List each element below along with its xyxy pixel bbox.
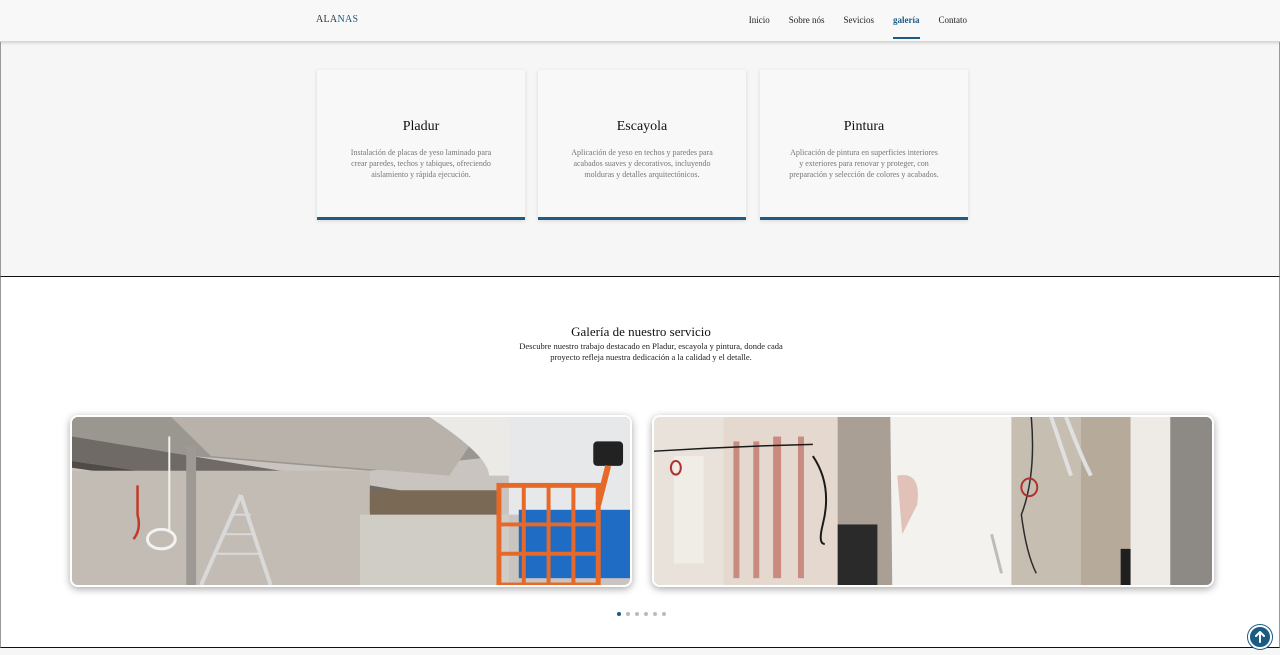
logo-accent: NAS	[337, 14, 359, 25]
gallery-title: Galería de nuestro servicio	[571, 324, 711, 339]
service-card-pintura: Pintura Aplicación de pintura en superfi…	[760, 70, 968, 220]
carousel-dot[interactable]	[644, 612, 648, 616]
logo[interactable]: ALANAS	[316, 14, 358, 25]
nav-sevicios[interactable]: Sevicios	[844, 0, 875, 40]
main-nav: Inicio Sobre nós Sevicios galería Contat…	[749, 0, 967, 42]
gallery-photo-1	[72, 417, 630, 585]
gallery-description: Descubre nuestro trabajo destacado en Pl…	[519, 341, 783, 362]
service-card-pladur: Pladur Instalación de placas de yeso lam…	[317, 70, 525, 220]
carousel-dot[interactable]	[662, 612, 666, 616]
nav-contato[interactable]: Contato	[939, 0, 968, 40]
nav-galeria[interactable]: galería	[893, 0, 920, 39]
service-text: Aplicación de pintura en superficies int…	[789, 148, 939, 179]
service-text: Aplicación de yeso en techos y paredes p…	[571, 148, 713, 179]
carousel-dots	[617, 612, 666, 616]
site-header: ALANAS Inicio Sobre nós Sevicios galería…	[0, 0, 1280, 42]
nav-inicio[interactable]: Inicio	[749, 0, 770, 40]
carousel-dot[interactable]	[653, 612, 657, 616]
services-section: Pladur Instalación de placas de yeso lam…	[0, 42, 1280, 276]
service-card-escayola: Escayola Aplicación de yeso en techos y …	[538, 70, 746, 220]
gallery-section: Galería de nuestro servicio Descubre nue…	[0, 276, 1280, 648]
gallery-slide-2[interactable]	[652, 415, 1214, 587]
gallery-slide-1[interactable]	[70, 415, 632, 587]
carousel-dot[interactable]	[626, 612, 630, 616]
arrow-up-icon	[1255, 631, 1265, 643]
back-to-top-button[interactable]	[1248, 625, 1272, 649]
service-title: Pladur	[402, 119, 440, 134]
service-title: Escayola	[616, 119, 668, 134]
carousel-dot[interactable]	[635, 612, 639, 616]
service-text: Instalación de placas de yeso laminado p…	[350, 148, 492, 179]
gallery-photo-2	[654, 417, 1212, 585]
footer-strip	[0, 648, 1280, 655]
nav-sobre-nos[interactable]: Sobre nós	[789, 0, 825, 40]
carousel-dot[interactable]	[617, 612, 621, 616]
service-title: Pintura	[843, 119, 885, 134]
logo-main: ALA	[316, 14, 338, 25]
